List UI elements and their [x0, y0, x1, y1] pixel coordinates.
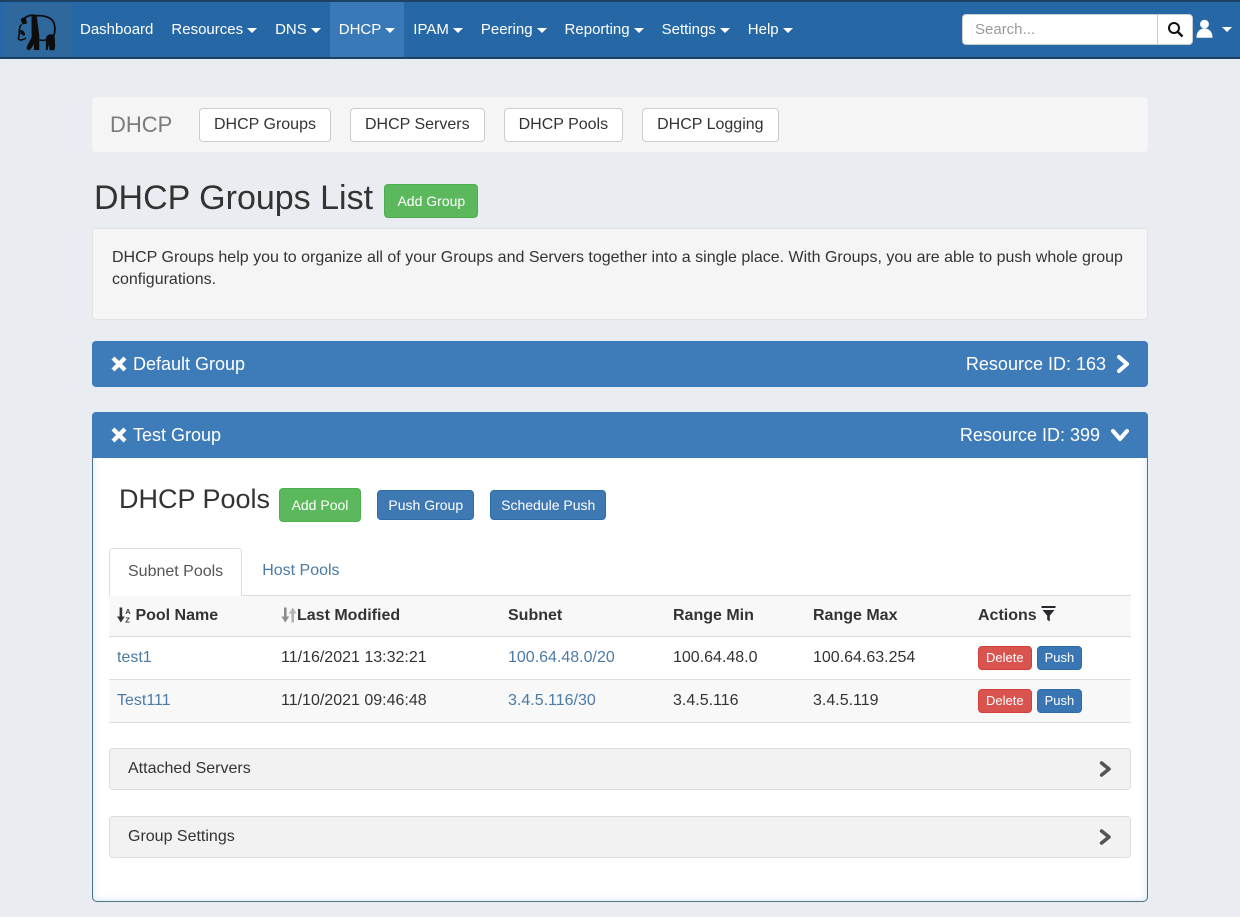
svg-text:Z: Z	[125, 616, 130, 624]
